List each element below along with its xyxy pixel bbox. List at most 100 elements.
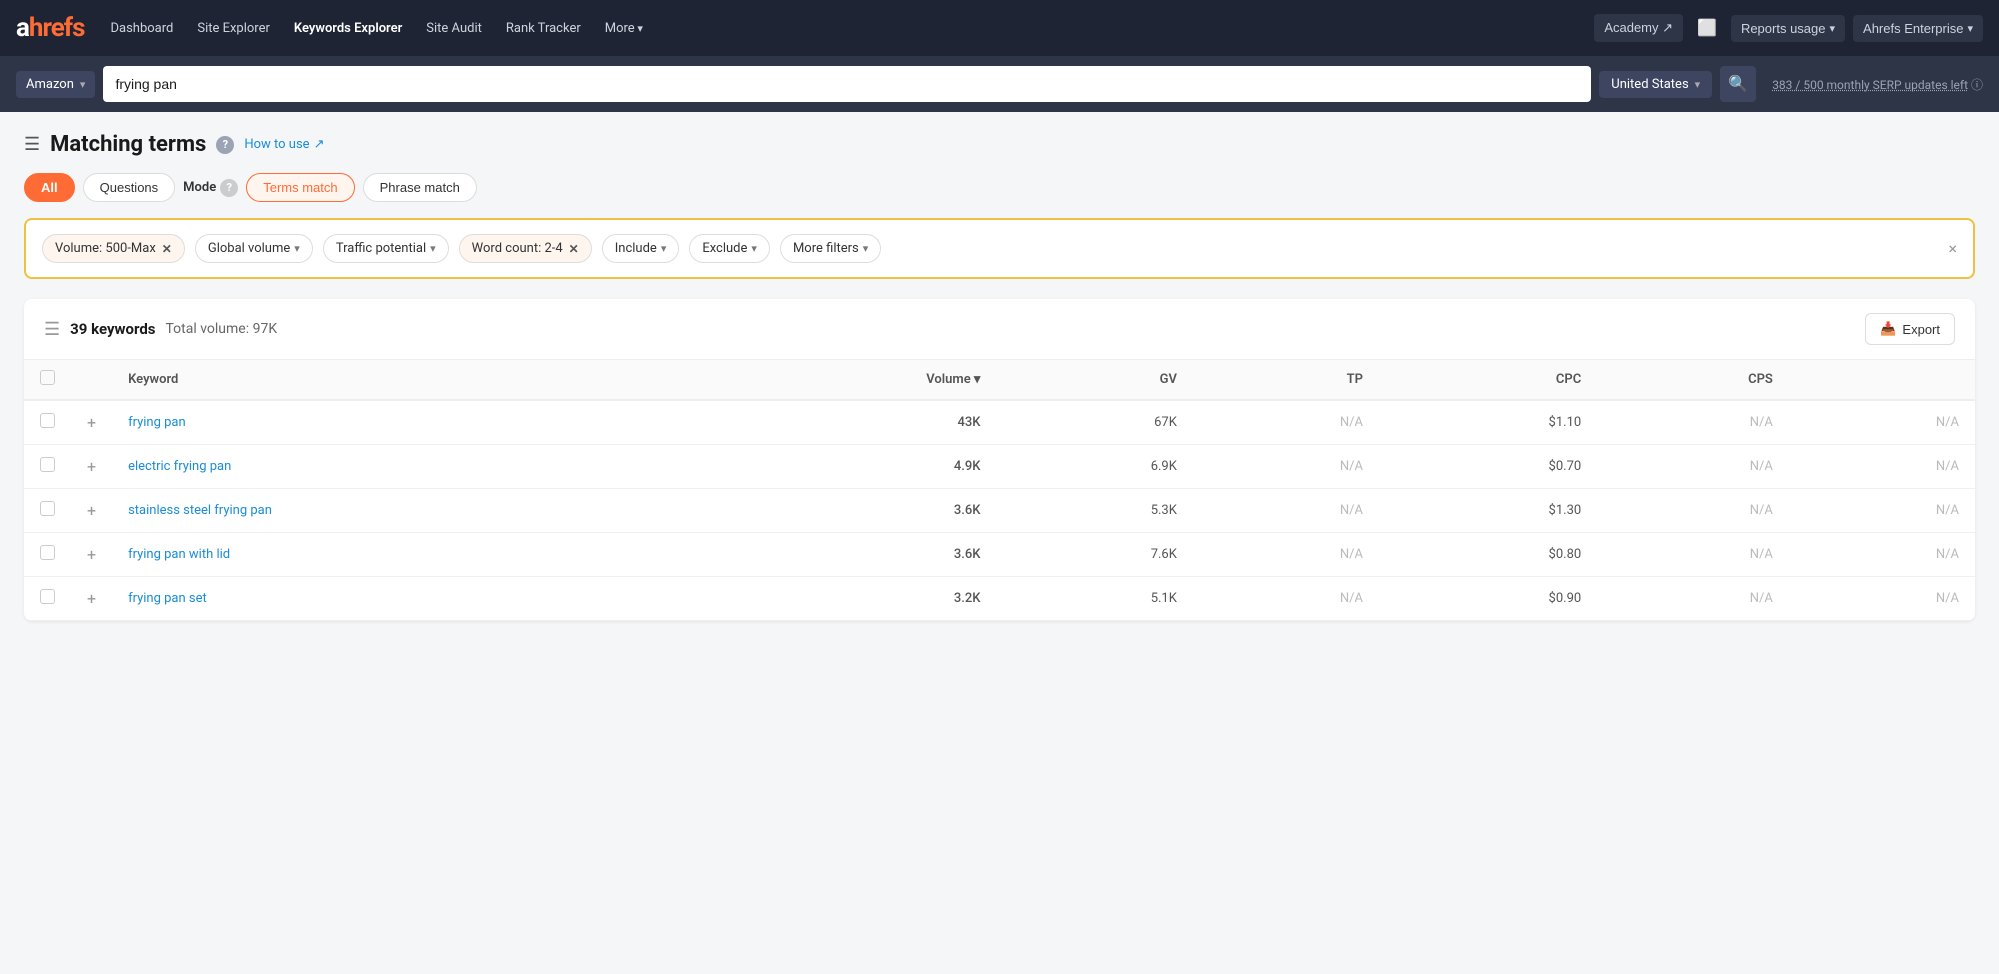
keyword-link-2[interactable]: stainless steel frying pan xyxy=(128,503,272,518)
row-cps-1: N/A xyxy=(1597,445,1789,489)
row-extra-0: N/A xyxy=(1789,400,1975,445)
row-checkbox-2[interactable] xyxy=(40,501,55,516)
filter-chip-word-count[interactable]: Word count: 2-4 ✕ xyxy=(459,234,592,263)
hamburger-icon[interactable]: ☰ xyxy=(24,134,40,155)
keywords-table: Keyword Volume ▾ GV TP CPC CPS xyxy=(24,360,1975,621)
monitor-icon[interactable]: ⬜ xyxy=(1691,12,1723,44)
col-cps[interactable]: CPS xyxy=(1597,360,1789,400)
country-label: United States xyxy=(1611,77,1688,92)
row-checkbox-cell xyxy=(24,445,71,489)
export-label: Export xyxy=(1902,322,1940,337)
row-extra-2: N/A xyxy=(1789,489,1975,533)
serp-info: 383 / 500 monthly SERP updates left ⓘ xyxy=(1772,76,1983,93)
filter-traffic-potential-label: Traffic potential xyxy=(336,241,426,256)
total-volume: Total volume: 97K xyxy=(166,321,278,337)
row-keyword-cell: electric frying pan xyxy=(112,445,705,489)
row-gv-1: 6.9K xyxy=(996,445,1192,489)
col-cpc[interactable]: CPC xyxy=(1379,360,1597,400)
col-gv[interactable]: GV xyxy=(996,360,1192,400)
row-checkbox-4[interactable] xyxy=(40,589,55,604)
tab-phrase-match[interactable]: Phrase match xyxy=(363,173,477,202)
row-checkbox-1[interactable] xyxy=(40,457,55,472)
how-to-use-link[interactable]: How to use ↗ xyxy=(244,137,324,152)
filter-clear-all[interactable]: × xyxy=(1948,239,1957,258)
row-keyword-cell: frying pan set xyxy=(112,577,705,621)
row-volume-3: 3.6K xyxy=(706,533,997,577)
table-drag-icon[interactable]: ☰ xyxy=(44,319,60,340)
filter-global-volume[interactable]: Global volume xyxy=(195,234,313,263)
col-select-all[interactable] xyxy=(24,360,71,400)
row-gv-4: 5.1K xyxy=(996,577,1192,621)
export-button[interactable]: 📥 Export xyxy=(1865,313,1955,345)
row-add-cell: + xyxy=(71,489,112,533)
tab-questions[interactable]: Questions xyxy=(83,173,176,202)
row-tp-2: N/A xyxy=(1193,489,1379,533)
filter-more-filters[interactable]: More filters xyxy=(780,234,881,263)
row-add-button-4[interactable]: + xyxy=(87,589,96,608)
row-add-button-2[interactable]: + xyxy=(87,501,96,520)
filter-chip-volume-remove[interactable]: ✕ xyxy=(162,242,172,256)
select-all-checkbox[interactable] xyxy=(40,370,55,385)
keyword-link-1[interactable]: electric frying pan xyxy=(128,459,231,474)
row-add-cell: + xyxy=(71,445,112,489)
search-engine-select[interactable]: Amazon xyxy=(16,71,95,98)
table-row: + frying pan 43K 67K N/A $1.10 N/A N/A xyxy=(24,400,1975,445)
tab-terms-match[interactable]: Terms match xyxy=(246,173,354,202)
keyword-link-0[interactable]: frying pan xyxy=(128,415,186,430)
nav-reports-usage[interactable]: Reports usage xyxy=(1731,15,1845,42)
nav-more[interactable]: More xyxy=(595,15,653,42)
row-checkbox-cell xyxy=(24,400,71,445)
filter-exclude[interactable]: Exclude xyxy=(689,234,770,263)
row-volume-1: 4.9K xyxy=(706,445,997,489)
row-add-button-0[interactable]: + xyxy=(87,413,96,432)
filter-chip-volume[interactable]: Volume: 500-Max ✕ xyxy=(42,234,185,263)
row-checkbox-0[interactable] xyxy=(40,413,55,428)
row-checkbox-cell xyxy=(24,533,71,577)
search-button[interactable]: 🔍 xyxy=(1720,66,1756,102)
row-add-button-3[interactable]: + xyxy=(87,545,96,564)
keyword-count: 39 keywords xyxy=(70,320,155,338)
keyword-link-4[interactable]: frying pan set xyxy=(128,591,207,606)
logo-text: ahrefs xyxy=(16,13,84,43)
country-select[interactable]: United States xyxy=(1599,71,1712,98)
filter-global-volume-label: Global volume xyxy=(208,241,290,256)
table-row: + stainless steel frying pan 3.6K 5.3K N… xyxy=(24,489,1975,533)
row-checkbox-3[interactable] xyxy=(40,545,55,560)
nav-academy[interactable]: Academy ↗ xyxy=(1594,14,1683,42)
nav-rank-tracker[interactable]: Rank Tracker xyxy=(496,15,591,42)
row-gv-2: 5.3K xyxy=(996,489,1192,533)
logo[interactable]: ahrefs xyxy=(16,13,84,43)
nav-enterprise[interactable]: Ahrefs Enterprise xyxy=(1853,15,1983,42)
col-tp[interactable]: TP xyxy=(1193,360,1379,400)
mode-help-icon[interactable]: ? xyxy=(220,179,238,197)
row-cps-3: N/A xyxy=(1597,533,1789,577)
row-cpc-2: $1.30 xyxy=(1379,489,1597,533)
main-content: ☰ Matching terms ? How to use ↗ All Ques… xyxy=(0,112,1999,641)
table-header-row: ☰ 39 keywords Total volume: 97K 📥 Export xyxy=(24,299,1975,360)
keyword-link-3[interactable]: frying pan with lid xyxy=(128,547,230,562)
nav-site-audit[interactable]: Site Audit xyxy=(416,15,492,42)
filter-traffic-potential[interactable]: Traffic potential xyxy=(323,234,449,263)
filter-row: Volume: 500-Max ✕ Global volume Traffic … xyxy=(24,218,1975,279)
col-volume[interactable]: Volume ▾ xyxy=(706,360,997,400)
filter-include[interactable]: Include xyxy=(602,234,680,263)
nav-site-explorer[interactable]: Site Explorer xyxy=(187,15,280,42)
row-keyword-cell: frying pan with lid xyxy=(112,533,705,577)
row-checkbox-cell xyxy=(24,577,71,621)
tab-all[interactable]: All xyxy=(24,173,75,202)
row-add-button-1[interactable]: + xyxy=(87,457,96,476)
nav-dashboard[interactable]: Dashboard xyxy=(100,15,183,42)
row-cps-2: N/A xyxy=(1597,489,1789,533)
help-icon[interactable]: ? xyxy=(216,136,234,154)
col-add xyxy=(71,360,112,400)
nav-keywords-explorer[interactable]: Keywords Explorer xyxy=(284,15,412,42)
filter-chip-word-count-remove[interactable]: ✕ xyxy=(569,242,579,256)
row-tp-0: N/A xyxy=(1193,400,1379,445)
row-keyword-cell: frying pan xyxy=(112,400,705,445)
search-input[interactable] xyxy=(115,76,1579,92)
page-title: Matching terms xyxy=(50,132,206,157)
table-row: + electric frying pan 4.9K 6.9K N/A $0.7… xyxy=(24,445,1975,489)
row-tp-4: N/A xyxy=(1193,577,1379,621)
row-extra-3: N/A xyxy=(1789,533,1975,577)
table-row: + frying pan set 3.2K 5.1K N/A $0.90 N/A… xyxy=(24,577,1975,621)
